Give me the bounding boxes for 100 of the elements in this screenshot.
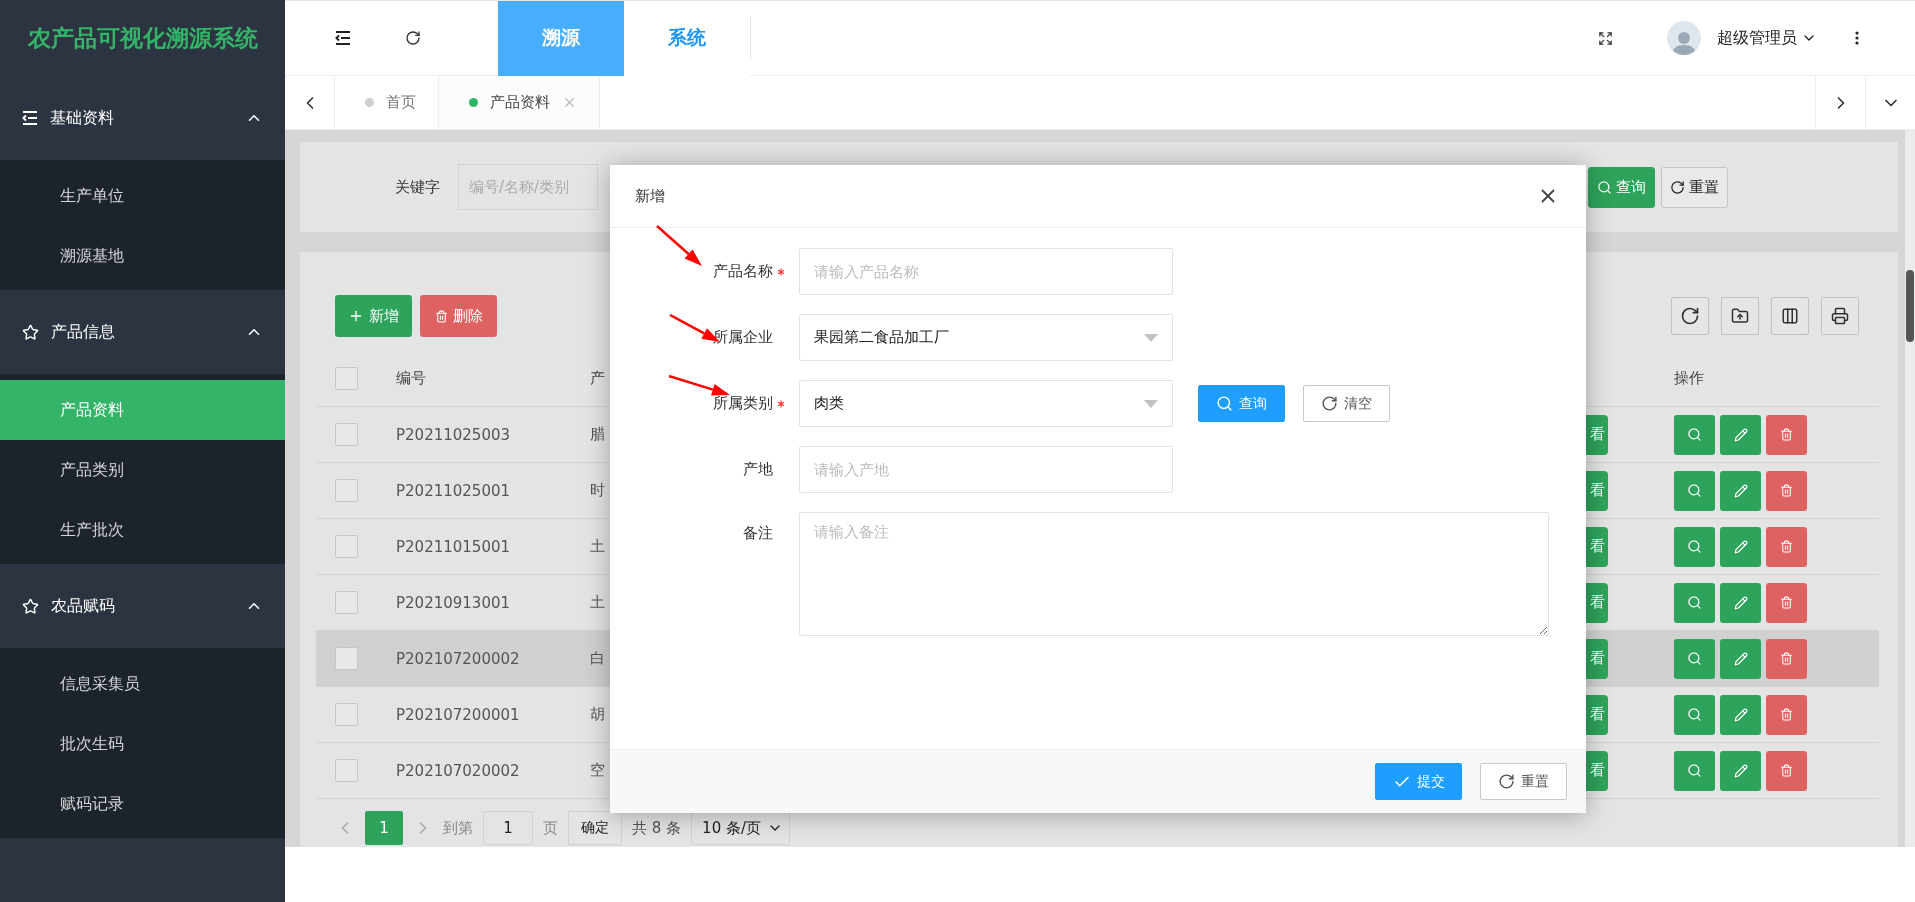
checkbox[interactable] bbox=[335, 647, 358, 670]
delete-button[interactable] bbox=[1766, 582, 1807, 623]
edit-button[interactable] bbox=[1720, 582, 1761, 623]
input-field[interactable]: 请输入产地 bbox=[799, 446, 1173, 493]
reset-button[interactable]: 重置 bbox=[1480, 763, 1567, 800]
group-label: 产品信息 bbox=[51, 321, 116, 343]
trash-icon bbox=[1780, 540, 1793, 553]
close-icon bbox=[562, 95, 577, 110]
table-cell: 胡 bbox=[590, 705, 605, 724]
field-label: 关键字 bbox=[395, 177, 440, 197]
plus-icon bbox=[348, 308, 364, 324]
print-icon bbox=[1831, 307, 1849, 325]
pencil-icon bbox=[1733, 483, 1748, 498]
edit-button[interactable] bbox=[1720, 526, 1761, 567]
pencil-icon bbox=[1733, 539, 1748, 554]
checkbox[interactable] bbox=[335, 423, 358, 446]
delete-button[interactable] bbox=[1766, 414, 1807, 455]
checkbox[interactable] bbox=[335, 703, 358, 726]
edit-button[interactable] bbox=[1720, 414, 1761, 455]
reset-icon bbox=[1498, 773, 1515, 790]
columns-button[interactable] bbox=[1771, 297, 1809, 335]
user-menu[interactable]: 超级管理员 bbox=[1717, 27, 1817, 49]
checkbox[interactable] bbox=[335, 591, 358, 614]
star-icon bbox=[22, 597, 39, 615]
sidebar-item[interactable]: 信息采集员 bbox=[0, 654, 285, 714]
table-cell: P202107200001 bbox=[396, 705, 520, 724]
edit-button[interactable] bbox=[1720, 638, 1761, 679]
table-cell: P20211015001 bbox=[396, 537, 511, 556]
view-details-button[interactable] bbox=[1674, 582, 1715, 623]
delete-button[interactable] bbox=[1766, 694, 1807, 735]
textarea-field[interactable]: 请输入备注 bbox=[799, 512, 1549, 636]
trash-icon bbox=[1780, 428, 1793, 441]
view-details-button[interactable] bbox=[1674, 638, 1715, 679]
edit-button[interactable] bbox=[1720, 750, 1761, 791]
table-cell: 空 bbox=[590, 761, 605, 780]
view-details-button[interactable] bbox=[1674, 750, 1715, 791]
star-icon bbox=[22, 323, 39, 341]
checkbox[interactable] bbox=[335, 479, 358, 502]
refresh-button[interactable] bbox=[1671, 297, 1709, 335]
view-details-button[interactable] bbox=[1674, 694, 1715, 735]
checkbox[interactable] bbox=[335, 759, 358, 782]
sidebar-item[interactable]: 赋码记录 bbox=[0, 774, 285, 834]
search-icon bbox=[1687, 539, 1702, 554]
export-icon bbox=[1731, 307, 1749, 325]
column-header: 操作 bbox=[1674, 369, 1704, 388]
pencil-icon bbox=[1733, 707, 1748, 722]
more-icon bbox=[1855, 31, 1859, 45]
sidebar-item[interactable]: 溯源基地 bbox=[0, 226, 285, 286]
page-size-select[interactable]: 10 条/页 bbox=[691, 811, 790, 845]
delete-button[interactable] bbox=[1766, 750, 1807, 791]
checkbox[interactable] bbox=[335, 367, 358, 390]
search-field[interactable]: 编号/名称/类别 bbox=[458, 164, 598, 210]
trash-icon bbox=[1780, 484, 1793, 497]
app-title: 农产品可视化溯源系统 bbox=[26, 23, 259, 53]
view-details-button[interactable] bbox=[1674, 470, 1715, 511]
trash-icon bbox=[1780, 764, 1793, 777]
table-cell: 时 bbox=[590, 481, 605, 500]
annotation-arrow bbox=[668, 375, 731, 397]
table-cell: P20210913001 bbox=[396, 593, 511, 612]
pencil-icon bbox=[1733, 427, 1748, 442]
input-field[interactable]: 请输入产品名称 bbox=[799, 248, 1173, 295]
view-details-button[interactable] bbox=[1674, 414, 1715, 455]
delete-button[interactable] bbox=[1766, 638, 1807, 679]
field-label: 所属类别 bbox=[713, 394, 773, 413]
delete-button[interactable] bbox=[1766, 526, 1807, 567]
user-silhouette-icon bbox=[1672, 29, 1696, 55]
refresh-icon bbox=[1680, 306, 1700, 326]
reset-button[interactable]: 重置 bbox=[1661, 166, 1728, 208]
total-count: 共 8 条 bbox=[632, 818, 682, 838]
table-cell: 土 bbox=[590, 537, 605, 556]
page-input[interactable]: 1 bbox=[483, 811, 533, 845]
column-header: 编号 bbox=[396, 369, 426, 388]
pencil-icon bbox=[1733, 763, 1748, 778]
edit-button[interactable] bbox=[1720, 694, 1761, 735]
select-field[interactable]: 果园第二食品加工厂 bbox=[799, 314, 1173, 361]
menu-icon bbox=[22, 111, 38, 125]
confirm-button[interactable]: 确定 bbox=[568, 811, 622, 845]
annotation-arrow bbox=[656, 225, 703, 267]
sidebar-item[interactable]: 产品类别 bbox=[0, 440, 285, 500]
reset-icon bbox=[1321, 395, 1338, 412]
edit-button[interactable] bbox=[1720, 470, 1761, 511]
view-details-button[interactable] bbox=[1674, 526, 1715, 567]
field-label: 产地 bbox=[743, 460, 773, 479]
sidebar-item[interactable]: 生产单位 bbox=[0, 166, 285, 226]
print-button[interactable] bbox=[1821, 297, 1859, 335]
scrollbar-thumb[interactable] bbox=[1906, 270, 1914, 342]
select-field[interactable]: 肉类 bbox=[799, 380, 1173, 427]
group-label: 农品赋码 bbox=[51, 595, 116, 617]
delete-button[interactable] bbox=[1766, 470, 1807, 511]
sidebar-item[interactable]: 批次生码 bbox=[0, 714, 285, 774]
group-label: 基础资料 bbox=[50, 107, 115, 129]
clear-button[interactable]: 清空 bbox=[1303, 385, 1390, 422]
reset-icon bbox=[1670, 179, 1685, 195]
sidebar-item[interactable]: 生产批次 bbox=[0, 500, 285, 560]
export-button[interactable] bbox=[1721, 297, 1759, 335]
checkbox[interactable] bbox=[335, 535, 358, 558]
search-icon bbox=[1687, 651, 1702, 666]
dialog-title: 新增 bbox=[635, 186, 665, 206]
trash-icon bbox=[434, 309, 448, 323]
table-cell: P20211025003 bbox=[396, 425, 511, 444]
